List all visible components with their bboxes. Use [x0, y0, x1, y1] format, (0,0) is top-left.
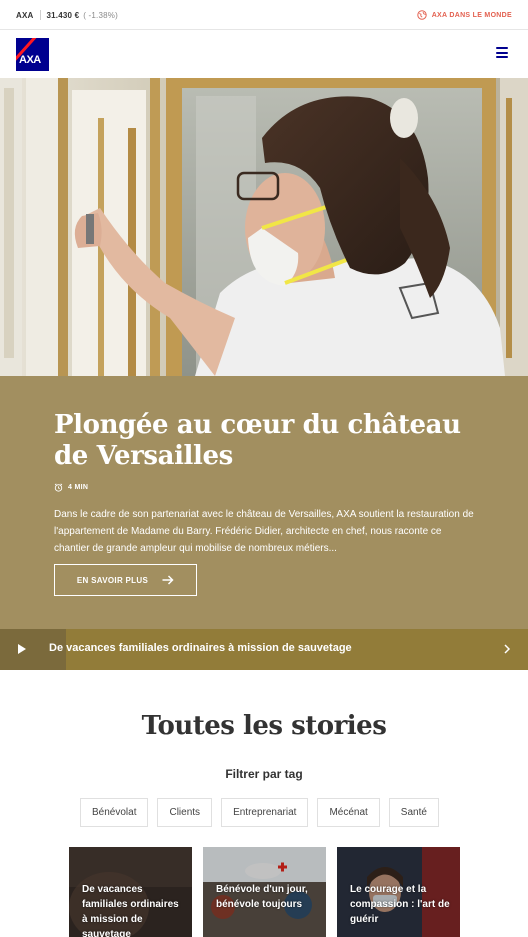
story-card-title: De vacances familiales ordinaires à miss…: [82, 884, 179, 937]
axa-world-label: AXA DANS LE MONDE: [431, 11, 512, 19]
ticker-change: ( -1.38%): [83, 10, 118, 20]
story-card-title: Le courage et la compassion : l'art de g…: [350, 884, 450, 925]
hamburger-menu-icon[interactable]: [496, 47, 508, 58]
story-carousel-bar[interactable]: De vacances familiales ordinaires à miss…: [0, 629, 528, 670]
play-icon[interactable]: [18, 644, 26, 654]
ticker-price: 31.430 €: [46, 10, 80, 20]
stock-ticker: AXA 31.430 € ( -1.38%): [16, 10, 118, 20]
read-time-label: 4 MIN: [68, 484, 89, 491]
logo-text: AXA: [19, 54, 41, 66]
story-cards: De vacances familiales ordinaires à miss…: [69, 847, 460, 937]
tag-benevolat[interactable]: Bénévolat: [80, 798, 149, 827]
hero-title: Plongée au cœur du château de Versailles: [54, 410, 461, 471]
hero-image: [0, 78, 528, 376]
axa-logo[interactable]: AXA: [16, 38, 49, 71]
story-card-title: Bénévole d'un jour, bénévole toujours: [216, 884, 308, 910]
clock-icon: [54, 483, 63, 492]
tag-entreprenariat[interactable]: Entreprenariat: [221, 798, 309, 827]
axa-world-link[interactable]: AXA DANS LE MONDE: [417, 10, 512, 20]
filter-label: Filtrer par tag: [225, 767, 303, 781]
story-bar-title: De vacances familiales ordinaires à miss…: [49, 642, 352, 654]
tag-mecenat[interactable]: Mécénat: [317, 798, 380, 827]
tag-clients[interactable]: Clients: [157, 798, 213, 827]
story-card[interactable]: De vacances familiales ordinaires à miss…: [69, 847, 192, 937]
story-card[interactable]: Bénévole d'un jour, bénévole toujours: [203, 847, 326, 937]
site-header: AXA: [0, 30, 528, 78]
ticker-symbol: AXA: [16, 10, 34, 20]
globe-icon: [417, 10, 427, 20]
restoration-photo: [0, 78, 528, 376]
learn-more-button[interactable]: EN SAVOIR PLUS: [54, 564, 197, 596]
read-time: 4 MIN: [54, 483, 88, 492]
arrow-right-icon: [162, 575, 174, 585]
story-card[interactable]: Le courage et la compassion : l'art de g…: [337, 847, 460, 937]
top-ticker-bar: AXA 31.430 € ( -1.38%) AXA DANS LE MONDE: [0, 0, 528, 30]
hero-feature-panel: Plongée au cœur du château de Versailles…: [0, 376, 528, 629]
chevron-right-icon[interactable]: [500, 642, 514, 656]
tag-filter-list: Bénévolat Clients Entreprenariat Mécénat…: [80, 798, 439, 827]
ticker-divider: [39, 10, 41, 20]
stories-section-title: Toutes les stories: [141, 711, 387, 741]
learn-more-label: EN SAVOIR PLUS: [76, 575, 149, 585]
hero-description: Dans le cadre de son partenariat avec le…: [54, 509, 474, 554]
tag-sante[interactable]: Santé: [388, 798, 439, 827]
